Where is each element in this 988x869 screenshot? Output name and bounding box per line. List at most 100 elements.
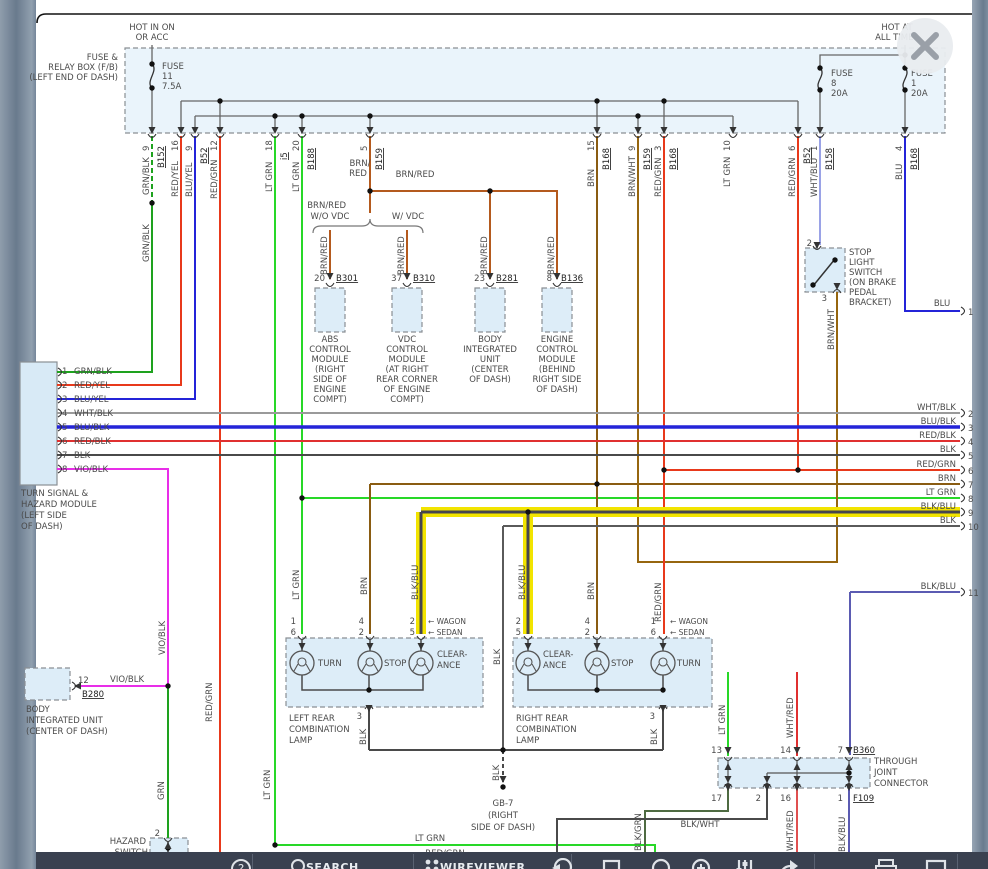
diagram-label: TURN [317,659,342,669]
close-button[interactable] [897,18,953,74]
diagram-label: BLK/BLU [411,565,421,600]
component-box [25,668,70,700]
diagram-label: RED/GRN [210,159,220,199]
junction-dot [635,113,640,118]
diagram-label: OF DASH) [536,385,578,395]
diagram-label: 4 [585,617,590,627]
wiring-diagram: HOT IN ONOR ACCHOT ATALL TIMESFUSE &RELA… [0,0,988,869]
junction-dot [846,770,851,775]
diagram-label: JOINT [873,768,898,778]
diagram-label: VIO/BLK [158,621,168,655]
pin-arc [961,480,965,488]
diagram-label: CONTROL [386,345,428,355]
diagram-label: OF DASH) [469,375,511,385]
wireviewer-icon[interactable] [424,858,440,869]
undo-icon[interactable] [551,858,573,869]
diagram-label: 20A [831,89,848,99]
junction-dot [217,98,222,103]
pin-arc [148,134,156,138]
pin-arc [961,522,965,530]
wire [57,203,152,372]
diagram-label: ← WAGON [428,617,466,626]
diagram-label: 12 [210,140,220,151]
diagram-label: ← SEDAN [428,628,463,637]
diagram-label: LT GRN [265,162,275,192]
diagram-label: 23 [474,274,485,284]
pin-arc [961,307,965,315]
diagram-label: OR ACC [136,33,169,43]
junction-dot [299,495,304,500]
help-icon[interactable]: ? [230,858,252,869]
pin-arc [403,283,411,287]
diagram-label: TURN [676,659,701,669]
diagram-label: 4 [359,617,364,627]
share-icon[interactable] [777,858,801,869]
toolbar-divider [252,854,253,869]
diagram-label: RED/GRN [788,157,798,197]
diagram-label: 16 [171,140,181,151]
diagram-label: 15 [587,140,597,151]
diagram-label: BODY [478,335,502,345]
diagram-label: ABS [322,335,339,345]
pin-arc [961,466,965,474]
diagram-label: 2 [62,381,67,391]
adjust-icon[interactable] [734,858,756,869]
diagram-label: BRN/RED [320,236,330,275]
print-icon[interactable] [874,858,898,869]
arrow [725,747,732,754]
diagram-label: 2 [516,617,521,627]
junction-dot [594,687,599,692]
diagram-label: BRN/RED [307,201,346,211]
diagram-label: B152 [157,146,167,168]
diagram-label: COMPT) [313,395,347,405]
diagram-label: 1 [62,367,67,377]
diagram-label: 2 [359,628,364,638]
diagram-label: 10 [723,140,733,151]
pin-arc [177,134,185,138]
junction-dot [272,842,277,847]
diagram-label: BLU/YEL [74,395,109,405]
diagram-label: (CENTER [471,365,509,375]
diagram-label: F109 [853,794,874,804]
diagram-label: GRN/BLK [142,224,152,262]
junction-dot [810,282,815,287]
diagram-label: BLK [74,451,91,461]
frame-icon[interactable] [924,858,948,869]
pin-arc [298,134,306,138]
diagram-label: B159 [375,148,385,170]
junction-dot [299,113,304,118]
pin-arc [729,134,737,138]
zoom-icon[interactable] [651,858,673,869]
diagram-label: 6 [651,628,656,638]
junction-dot [525,509,530,514]
diagram-label: 2 [968,410,973,420]
junction-dot [149,85,154,90]
diagram-label: FUSE [831,69,853,79]
crop-icon[interactable] [601,858,623,869]
component-box [475,288,505,332]
diagram-label: SIDE OF DASH) [471,823,535,833]
diagram-label: B280 [82,690,104,700]
diagram-label: ← WAGON [670,617,708,626]
junction-dot [817,65,822,70]
diagram-label: B168 [669,148,679,170]
wireviewer-button[interactable]: WIREVIEWER [440,861,525,869]
pin-arc [901,134,909,138]
zoom-in-icon[interactable] [691,858,713,869]
diagram-label: STOP [384,659,406,669]
diagram-label: BLU [895,164,905,180]
diagram-label: ENGINE [541,335,574,345]
diagram-label: BLK/BLU [921,502,956,512]
search-button[interactable]: SEARCH [306,861,359,869]
diagram-label: 10 [968,523,979,533]
diagram-label: (LEFT END OF DASH) [29,73,118,83]
arrow [794,747,801,754]
pin-arc [553,283,561,287]
diagram-label: (ON BRAKE [849,278,896,288]
diagram-label: RELAY BOX (F/B) [48,63,118,73]
diagram-label: 7 [968,481,973,491]
diagram-label: 18 [265,140,275,151]
svg-text:?: ? [238,862,244,869]
pin-arc [271,134,279,138]
diagram-label: INTEGRATED [463,345,517,355]
